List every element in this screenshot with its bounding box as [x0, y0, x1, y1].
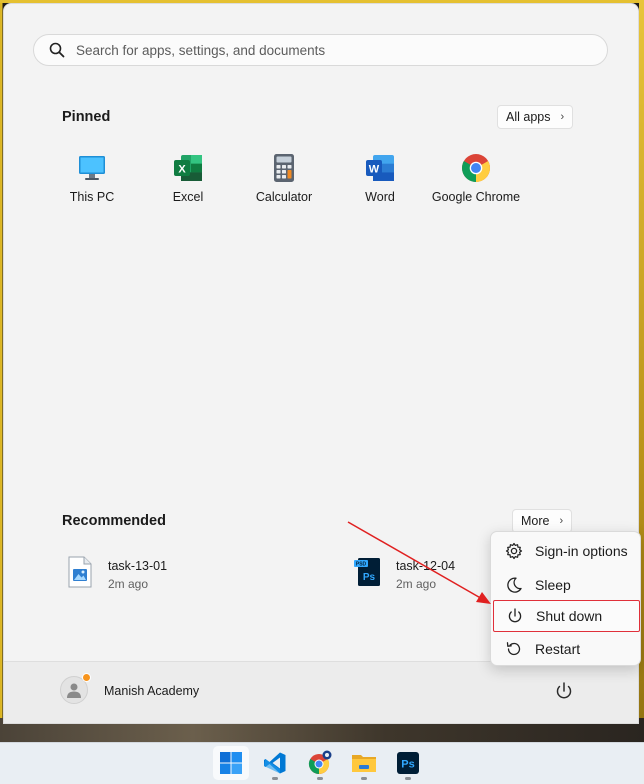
taskbar-chrome-canary[interactable]: [302, 746, 338, 780]
user-icon: [67, 683, 81, 698]
pinned-app-excel[interactable]: X Excel: [140, 152, 236, 204]
search-icon: [49, 42, 65, 58]
power-menu-restart[interactable]: Restart: [493, 633, 640, 665]
power-icon[interactable]: [553, 680, 575, 702]
photoshop-icon: Ps: [397, 752, 419, 774]
search-input[interactable]: [76, 42, 576, 58]
recommended-item-task-13-01[interactable]: task-13-01 2m ago: [66, 556, 167, 591]
running-indicator: [405, 777, 411, 780]
svg-text:Ps: Ps: [363, 572, 376, 583]
all-apps-label: All apps: [506, 110, 551, 124]
power-icon: [508, 608, 522, 623]
pinned-title: Pinned: [62, 109, 111, 125]
running-indicator: [317, 777, 323, 780]
image-file-icon: [68, 556, 92, 588]
taskbar-vscode[interactable]: [257, 746, 293, 780]
windows-start-icon: [220, 752, 242, 774]
recommended-title: Recommended: [62, 513, 166, 529]
taskbar-photoshop[interactable]: Ps: [390, 746, 426, 780]
pinned-app-word[interactable]: W Word: [332, 152, 428, 204]
file-explorer-icon: [352, 755, 376, 772]
recommended-item-text: task-12-04 2m ago: [396, 556, 455, 591]
taskbar-file-explorer[interactable]: [346, 746, 382, 780]
power-menu: Sign-in options Sleep Shut down Restart: [490, 531, 641, 666]
pinned-apps-grid: This PC X Excel Calculator W Word Google…: [44, 152, 524, 204]
desktop-wallpaper-right: [639, 0, 644, 784]
svg-text:Ps: Ps: [401, 759, 414, 771]
recommended-item-name: task-12-04: [396, 559, 456, 573]
chevron-right-icon: ›: [560, 111, 565, 123]
power-menu-sleep[interactable]: Sleep: [493, 569, 640, 601]
user-name[interactable]: Manish Academy: [104, 684, 199, 698]
svg-text:X: X: [178, 164, 186, 176]
app-label: Calculator: [255, 190, 313, 204]
chrome-canary-icon: [308, 750, 332, 775]
calculator-icon: [274, 154, 294, 182]
start-menu-footer: [4, 661, 638, 723]
recommended-item-time: 2m ago: [396, 577, 437, 591]
pinned-app-google-chrome[interactable]: Google Chrome: [428, 152, 524, 204]
power-menu-label: Restart: [535, 641, 581, 657]
chevron-right-icon: ›: [559, 515, 564, 527]
notification-badge: [82, 673, 91, 682]
pinned-app-this-pc[interactable]: This PC: [44, 152, 140, 204]
taskbar-start-button[interactable]: [213, 746, 249, 780]
recommended-item-time: 2m ago: [108, 577, 149, 591]
all-apps-button[interactable]: All apps ›: [497, 105, 574, 129]
svg-text:W: W: [369, 164, 380, 176]
recommended-item-name: task-13-01: [108, 559, 168, 573]
search-box[interactable]: [33, 34, 608, 66]
moon-icon: [507, 577, 522, 593]
app-label: Excel: [172, 190, 204, 204]
power-menu-sign-in-options[interactable]: Sign-in options: [493, 535, 640, 567]
gear-icon: [505, 542, 523, 560]
running-indicator: [272, 777, 278, 780]
word-icon: W: [366, 155, 394, 181]
excel-icon: X: [174, 155, 202, 181]
app-label: Google Chrome: [431, 190, 521, 204]
vscode-icon: [264, 752, 286, 774]
photoshop-file-icon: PSD Ps: [354, 558, 380, 586]
more-button[interactable]: More ›: [512, 509, 573, 533]
svg-text:PSD: PSD: [356, 562, 367, 568]
chrome-icon: [462, 154, 490, 182]
recommended-item-text: task-13-01 2m ago: [108, 556, 167, 591]
app-label: Word: [365, 190, 395, 204]
this-pc-icon: [79, 156, 105, 180]
app-label: This PC: [69, 190, 115, 204]
restart-icon: [506, 642, 521, 656]
power-menu-label: Sleep: [535, 577, 571, 593]
more-label: More: [521, 514, 550, 528]
power-menu-shut-down[interactable]: Shut down: [493, 600, 640, 632]
recommended-item-task-12-04[interactable]: PSD Ps task-12-04 2m ago: [354, 556, 455, 591]
pinned-app-calculator[interactable]: Calculator: [236, 152, 332, 204]
power-menu-label: Shut down: [536, 608, 603, 624]
power-menu-label: Sign-in options: [535, 543, 628, 559]
running-indicator: [361, 777, 367, 780]
